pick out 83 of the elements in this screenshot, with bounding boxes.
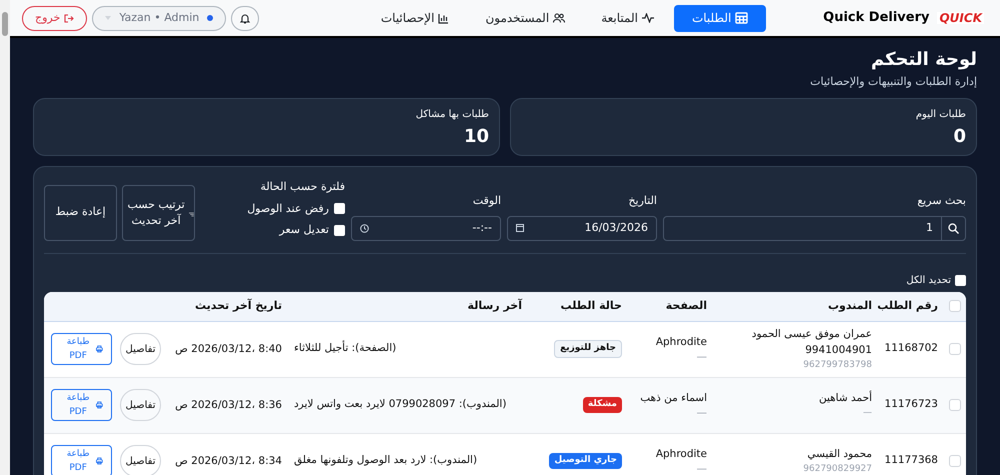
printer-icon bbox=[96, 401, 103, 409]
table-cell-text: 11177368 bbox=[884, 453, 939, 468]
nav-tab[interactable]: المستخدمون bbox=[469, 4, 582, 32]
calendar-icon bbox=[516, 224, 524, 232]
clock-icon bbox=[360, 224, 369, 232]
table-cell-text: 8:36 ،2026/03/12 ص bbox=[174, 398, 283, 413]
courier-name: أحمد شاهين bbox=[818, 390, 872, 406]
field-label: بحث سريع bbox=[916, 193, 966, 209]
nav-tab[interactable]: الإحصائيات bbox=[364, 4, 466, 32]
users-icon bbox=[553, 13, 566, 23]
print-button[interactable]: طباعة PDF bbox=[51, 445, 112, 475]
sort-icon bbox=[189, 210, 194, 218]
printer-icon bbox=[96, 457, 103, 465]
details-button[interactable]: تفاصيل bbox=[120, 389, 161, 421]
column-header: رقم الطلب bbox=[878, 298, 939, 314]
column-header: حالة الطلب bbox=[560, 298, 623, 314]
print-button[interactable]: طباعة PDF bbox=[51, 333, 112, 365]
page-name: Aphrodite bbox=[656, 447, 707, 462]
status-badge: جاهز للتوزيع bbox=[554, 340, 622, 358]
notifications-button[interactable] bbox=[231, 6, 260, 30]
checkbox[interactable] bbox=[949, 399, 961, 411]
courier-phone: 962799783798 bbox=[803, 359, 872, 372]
logout-button[interactable]: خروج bbox=[22, 6, 88, 30]
logout-icon bbox=[64, 14, 74, 22]
page-dash: — bbox=[696, 406, 707, 420]
brand-name: Quick Delivery bbox=[823, 9, 930, 28]
message-text: (المندوب): 0799028097 لايرد بعت واتس لايرد bbox=[293, 397, 508, 412]
status-badge: مشكلة bbox=[582, 397, 622, 413]
checkbox-label: تعديل سعر bbox=[279, 222, 329, 238]
date-field[interactable]: 16/03/2026 bbox=[507, 216, 657, 240]
field-label: الوقت bbox=[472, 193, 501, 209]
field-label: التاريخ bbox=[627, 193, 657, 209]
checkbox[interactable] bbox=[334, 224, 345, 236]
column-header: الصفحة bbox=[664, 298, 708, 314]
page-dash: — bbox=[696, 350, 707, 364]
checkbox[interactable] bbox=[949, 300, 961, 312]
stat-value: 10 bbox=[462, 127, 489, 147]
table-cell-text: 8:34 ،2026/03/12 ص bbox=[174, 454, 283, 469]
page-title: لوحة التحكم bbox=[870, 48, 977, 72]
field-label: فلترة حسب الحالة bbox=[259, 179, 345, 195]
bar-chart-icon bbox=[438, 12, 450, 24]
sort-button[interactable]: ترتيب حسب آخر تحديث bbox=[122, 184, 195, 240]
caret-icon bbox=[105, 16, 112, 20]
column-header: آخر رسالة bbox=[466, 298, 524, 314]
table-cell-text: 8:40 ،2026/03/12 ص bbox=[174, 342, 283, 357]
search-field[interactable]: 1 bbox=[663, 216, 966, 240]
printer-icon bbox=[96, 345, 103, 353]
message-text: (الصفحة): تأجيل للثلاثاء bbox=[293, 341, 398, 356]
courier-name: محمود القيسي bbox=[807, 447, 872, 462]
checkbox[interactable] bbox=[949, 455, 961, 467]
courier-phone: 962790829927 bbox=[803, 463, 872, 475]
stat-label: طلبات بها مشاكل bbox=[414, 108, 489, 122]
page-name: اسماء من ذهب bbox=[640, 391, 707, 406]
user-menu[interactable]: Yazan • Admin bbox=[92, 6, 226, 30]
status-badge: جاري التوصيل bbox=[549, 453, 622, 469]
logo: QUICK bbox=[937, 12, 984, 24]
courier-phone: — bbox=[863, 407, 872, 420]
stat-value: 0 bbox=[952, 127, 966, 147]
print-button[interactable]: طباعة PDF bbox=[51, 389, 112, 421]
pulse-icon bbox=[642, 13, 654, 23]
checkbox[interactable] bbox=[955, 275, 966, 286]
reset-button[interactable]: إعادة ضبط bbox=[44, 184, 117, 240]
checkbox[interactable] bbox=[949, 343, 961, 355]
column-header: المندوب bbox=[826, 298, 873, 314]
table-cell-text: 11168702 bbox=[884, 341, 939, 356]
courier-name: عمران موفق عيسى الحمود 9941004901 bbox=[750, 327, 872, 358]
message-text: (المندوب): لارد بعد الوصول وتلفونها مغلق bbox=[293, 453, 478, 468]
checkbox[interactable] bbox=[334, 203, 345, 214]
page-dash: — bbox=[696, 462, 707, 475]
details-button[interactable]: تفاصيل bbox=[120, 333, 161, 365]
stat-label: طلبات اليوم bbox=[914, 108, 966, 122]
checkbox-label: تحديد الكل bbox=[906, 274, 951, 288]
page-subtitle: إدارة الطلبات والتنبيهات والإحصائيات bbox=[809, 74, 977, 90]
column-header: تاريخ آخر تحديث bbox=[194, 298, 283, 314]
bell-icon bbox=[240, 12, 250, 24]
details-button[interactable]: تفاصيل bbox=[120, 445, 161, 475]
checkbox-label: رفض عند الوصول bbox=[247, 200, 329, 217]
page-name: Aphrodite bbox=[656, 335, 707, 350]
nav-tab[interactable]: الطلبات bbox=[674, 4, 766, 32]
table-icon bbox=[735, 12, 748, 24]
nav-tab[interactable]: المتابعة bbox=[585, 4, 670, 32]
time-field[interactable]: --:-- bbox=[351, 216, 501, 240]
table-cell-text: 11176723 bbox=[884, 397, 939, 412]
